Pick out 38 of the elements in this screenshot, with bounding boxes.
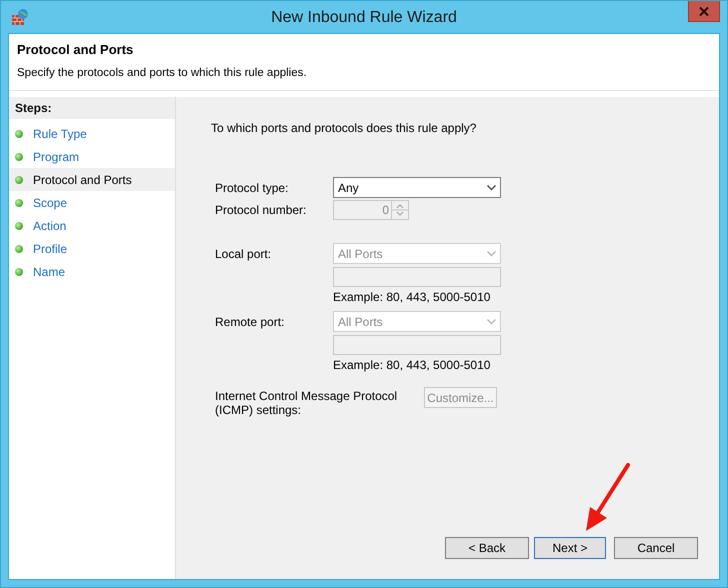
field-label: Remote port: [215,314,286,328]
window-title: New Inbound Rule Wizard [270,8,458,26]
field-label: Internet Control Message Protocol (ICMP) settings: [215,388,398,417]
step-item[interactable]: Protocol and Ports [9,168,175,191]
field-label: Protocol type: [215,180,290,194]
wizard-button[interactable]: Next > [534,537,606,559]
caret-icon [487,250,496,256]
status-dot-icon [15,198,23,206]
step-item[interactable]: Scope [9,191,175,214]
page-description: Specify the protocols and ports to which this rule applies. [17,67,308,79]
steps-heading: Steps: [9,97,175,119]
step-item[interactable]: Action [9,214,175,237]
status-dot-icon [15,130,23,138]
spinner-arrows-icon [391,201,408,219]
status-dot-icon [15,244,23,252]
caret-icon [487,184,496,190]
step-item[interactable]: Profile [9,237,175,260]
protocol-type-dropdown[interactable]: Any [333,177,501,198]
step-item[interactable]: Program [9,145,175,168]
caret-icon [487,318,496,324]
annotation-arrow [586,463,630,531]
status-dot-icon [15,268,23,276]
close-icon [699,6,709,16]
example-hint: Example: 80, 443, 5000-5010 [332,290,492,306]
step-item[interactable]: Name [9,260,175,283]
wizard-button[interactable]: Cancel [614,537,698,559]
step-item[interactable]: Rule Type [9,122,175,145]
status-dot-icon [15,176,23,184]
field-label: Local port: [215,246,272,260]
close-button[interactable] [688,1,720,22]
field-label: Protocol number: [215,203,308,217]
example-hint: Example: 80, 443, 5000-5010 [332,358,492,374]
question-text: To which ports and protocols does this rule apply? [211,121,478,135]
wizard-button[interactable]: < Back [445,537,529,559]
firewall-icon [11,8,29,26]
page-heading: Protocol and Ports [17,42,134,57]
status-dot-icon [15,222,23,230]
status-dot-icon [15,152,23,160]
